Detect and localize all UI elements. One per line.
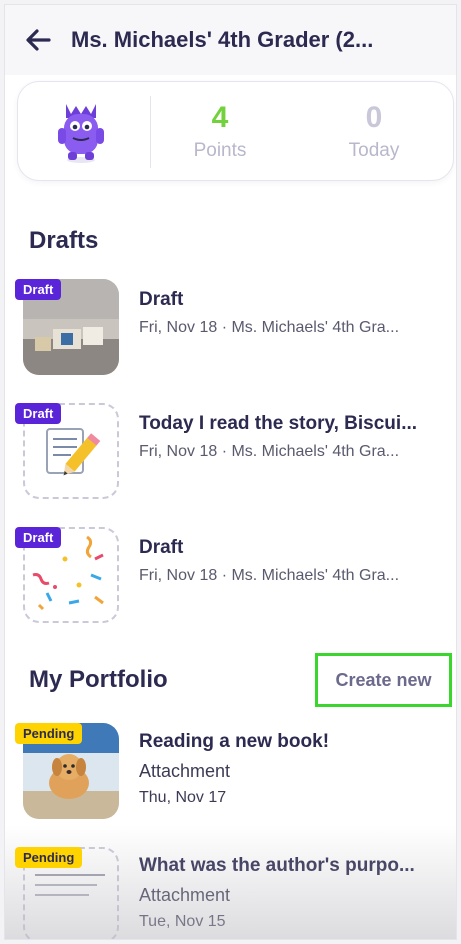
pending-badge: Pending — [15, 847, 83, 868]
today-stat: 0 Today — [314, 100, 434, 162]
portfolio-item[interactable]: Pending What was the author's purpo... A… — [5, 847, 456, 939]
today-label: Today — [348, 140, 400, 161]
points-label: Points — [193, 140, 247, 161]
draft-title: Draft — [139, 537, 184, 558]
portfolio-title: What was the author's purpo... — [139, 855, 415, 876]
arrow-left-icon — [26, 29, 51, 51]
app-screen: Ms. Michaels' 4th Grader (2... 4 Points — [4, 4, 457, 940]
monster-avatar-icon[interactable] — [56, 96, 106, 166]
create-new-button[interactable]: Create new — [315, 653, 452, 707]
today-value: 0 — [365, 101, 383, 134]
draft-item[interactable]: Draft Draft Fri, Nov 18 · Ms. Michaels' … — [5, 527, 456, 627]
portfolio-type: Attachment — [139, 885, 231, 905]
page-title: Ms. Michaels' 4th Grader (2... — [71, 27, 374, 52]
portfolio-title: Reading a new book! — [139, 731, 330, 752]
draft-meta: Fri, Nov 18 · Ms. Michaels' 4th Gra... — [139, 443, 400, 460]
card-divider — [150, 96, 151, 168]
drafts-heading: Drafts — [29, 227, 99, 254]
back-button[interactable] — [23, 25, 53, 55]
portfolio-date: Thu, Nov 17 — [139, 789, 227, 806]
draft-item[interactable]: Draft Draft Fri, Nov 18 · Ms. Michaels' … — [5, 279, 456, 379]
pending-badge: Pending — [15, 723, 83, 744]
draft-badge: Draft — [15, 279, 62, 300]
portfolio-heading: My Portfolio — [29, 666, 168, 693]
points-stat: 4 Points — [160, 100, 280, 162]
portfolio-type: Attachment — [139, 761, 231, 781]
draft-badge: Draft — [15, 403, 62, 424]
portfolio-date: Tue, Nov 15 — [139, 913, 226, 930]
portfolio-item[interactable]: Pending Reading a new book! Attachment T… — [5, 723, 456, 823]
draft-item[interactable]: Draft Today I read the story, Biscui... … — [5, 403, 456, 503]
draft-badge: Draft — [15, 527, 62, 548]
draft-meta: Fri, Nov 18 · Ms. Michaels' 4th Gra... — [139, 567, 400, 584]
draft-title: Draft — [139, 289, 184, 310]
top-bar: Ms. Michaels' 4th Grader (2... — [5, 5, 456, 75]
draft-title: Today I read the story, Biscui... — [139, 413, 418, 434]
points-value: 4 — [211, 101, 229, 134]
stats-card: 4 Points 0 Today — [17, 81, 454, 181]
draft-meta: Fri, Nov 18 · Ms. Michaels' 4th Gra... — [139, 319, 400, 336]
